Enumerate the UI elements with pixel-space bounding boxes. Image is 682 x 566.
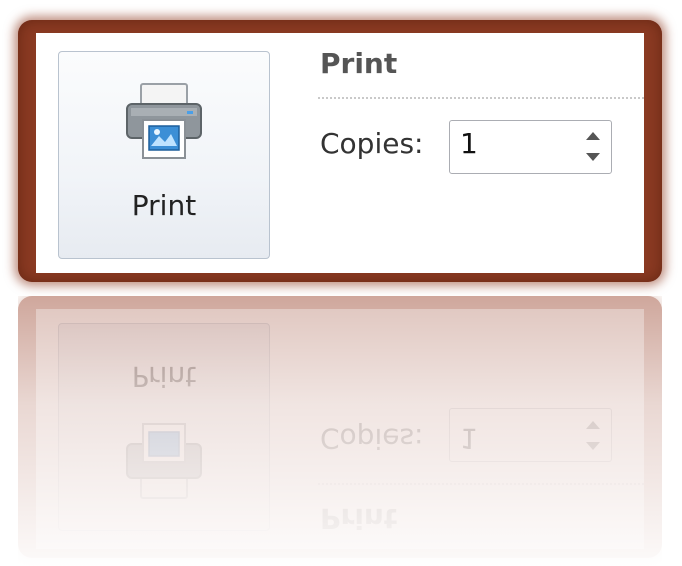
reflection-spin-up-arrow-icon — [583, 439, 603, 453]
reflection-panel: Print Print Copies: 1 — [36, 309, 644, 549]
reflection-print-button: Print — [58, 323, 270, 531]
divider — [318, 97, 644, 99]
reflection-section-title: Print — [320, 502, 398, 535]
reflection-copies-label: Copies: — [320, 422, 424, 455]
printer-icon — [123, 82, 205, 162]
reflection-spin-down-arrow-icon — [583, 418, 603, 432]
reflection: Print Print Copies: 1 — [18, 296, 662, 566]
print-button[interactable]: Print — [58, 51, 270, 259]
reflection-copies-value: 1 — [460, 422, 478, 455]
reflection-copies-spinner: 1 — [449, 408, 612, 462]
reflection-print-button-label: Print — [131, 360, 197, 393]
print-panel: Print Print Copies: 1 — [36, 33, 644, 273]
copies-label: Copies: — [320, 127, 424, 160]
copies-value[interactable]: 1 — [460, 127, 478, 160]
reflection-printer-icon — [123, 420, 205, 500]
copies-spinner[interactable]: 1 — [449, 120, 612, 174]
print-button-label: Print — [131, 189, 197, 222]
spin-down-arrow-icon[interactable] — [583, 150, 603, 164]
section-title: Print — [320, 47, 398, 80]
reflection-divider — [318, 483, 644, 485]
spin-up-arrow-icon[interactable] — [583, 129, 603, 143]
